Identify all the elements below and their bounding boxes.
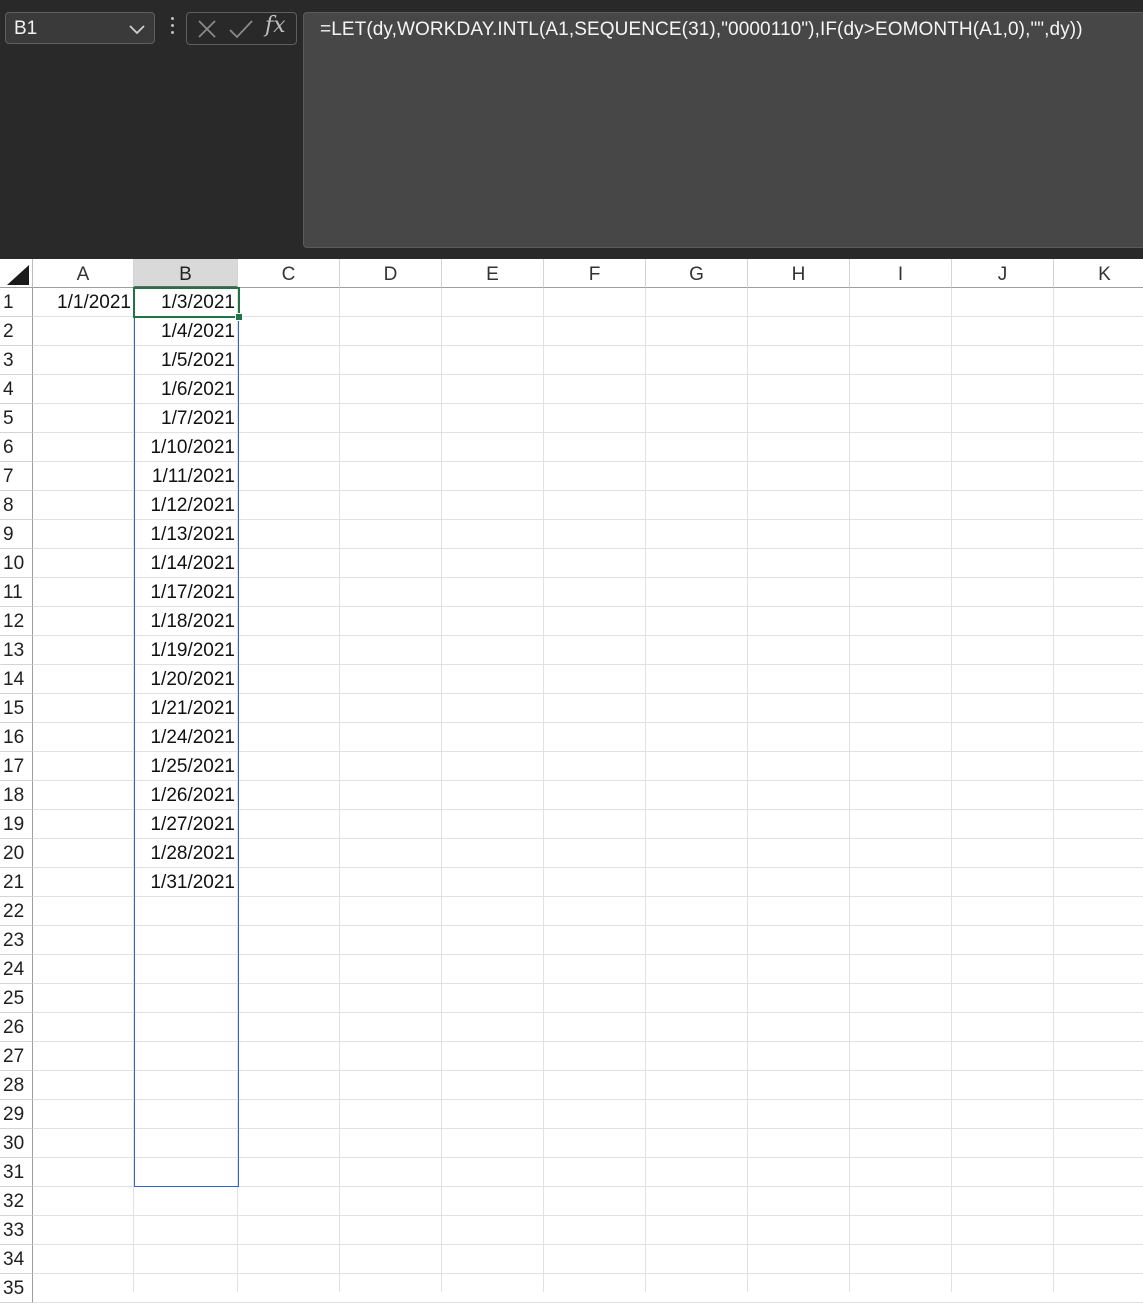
- column-header-g[interactable]: G: [646, 259, 748, 288]
- row-header-10[interactable]: 10: [0, 549, 33, 578]
- row-header-3[interactable]: 3: [0, 346, 33, 375]
- row-header-12[interactable]: 12: [0, 607, 33, 636]
- gridline-vertical: [1053, 288, 1054, 1292]
- formula-input[interactable]: =LET(dy,WORKDAY.INTL(A1,SEQUENCE(31),"00…: [303, 12, 1143, 248]
- row-header-4[interactable]: 4: [0, 375, 33, 404]
- row-header-33[interactable]: 33: [0, 1216, 33, 1245]
- gridline-horizontal: [33, 1244, 1143, 1245]
- row-header-16[interactable]: 16: [0, 723, 33, 752]
- column-header-k[interactable]: K: [1054, 259, 1143, 288]
- row-header-7[interactable]: 7: [0, 462, 33, 491]
- gridline-vertical: [951, 288, 952, 1292]
- row-header-34[interactable]: 34: [0, 1245, 33, 1274]
- row-header-21[interactable]: 21: [0, 868, 33, 897]
- row-header-31[interactable]: 31: [0, 1158, 33, 1187]
- row-header-9[interactable]: 9: [0, 520, 33, 549]
- row-header-30[interactable]: 30: [0, 1129, 33, 1158]
- gridline-horizontal: [33, 1215, 1143, 1216]
- row-header-29[interactable]: 29: [0, 1100, 33, 1129]
- check-icon[interactable]: [227, 18, 255, 40]
- formula-buttons: fx: [186, 12, 297, 45]
- gridline-horizontal: [33, 1302, 1143, 1303]
- row-header-20[interactable]: 20: [0, 839, 33, 868]
- fill-handle[interactable]: [235, 313, 243, 321]
- row-header-15[interactable]: 15: [0, 694, 33, 723]
- row-header-6[interactable]: 6: [0, 433, 33, 462]
- function-icon[interactable]: fx: [265, 13, 293, 43]
- name-box-value: B1: [14, 18, 38, 39]
- column-header-e[interactable]: E: [442, 259, 544, 288]
- column-header-j[interactable]: J: [952, 259, 1054, 288]
- row-header-27[interactable]: 27: [0, 1042, 33, 1071]
- column-header-f[interactable]: F: [544, 259, 646, 288]
- row-header-11[interactable]: 11: [0, 578, 33, 607]
- row-header-32[interactable]: 32: [0, 1187, 33, 1216]
- select-all-triangle-icon: [7, 265, 29, 285]
- formula-text: =LET(dy,WORKDAY.INTL(A1,SEQUENCE(31),"00…: [320, 19, 1083, 40]
- gridline-horizontal: [33, 1273, 1143, 1274]
- name-box[interactable]: B1: [5, 12, 155, 44]
- row-header-25[interactable]: 25: [0, 984, 33, 1013]
- row-header-13[interactable]: 13: [0, 636, 33, 665]
- row-header-5[interactable]: 5: [0, 404, 33, 433]
- row-header-2[interactable]: 2: [0, 317, 33, 346]
- column-header-c[interactable]: C: [238, 259, 340, 288]
- gridline-vertical: [849, 288, 850, 1292]
- gridline-vertical: [645, 288, 646, 1292]
- row-header-26[interactable]: 26: [0, 1013, 33, 1042]
- cell-a1[interactable]: 1/1/2021: [33, 288, 134, 317]
- cancel-icon[interactable]: [195, 18, 219, 40]
- gridline-vertical: [339, 288, 340, 1292]
- gridline-vertical: [543, 288, 544, 1292]
- chevron-down-icon[interactable]: [128, 22, 146, 36]
- gridline-vertical: [441, 288, 442, 1292]
- column-header-a[interactable]: A: [33, 259, 134, 288]
- worksheet-grid[interactable]: ABCDEFGHIJK 1 2 3 4 5 6 7 8 9 10 11 12 13 14 15 16 17 18 1…: [0, 259, 1143, 1303]
- column-header-d[interactable]: D: [340, 259, 442, 288]
- column-header-i[interactable]: I: [850, 259, 952, 288]
- active-cell-border: [133, 287, 240, 318]
- row-header-8[interactable]: 8: [0, 491, 33, 520]
- column-header-h[interactable]: H: [748, 259, 850, 288]
- row-header-35[interactable]: 35: [0, 1274, 33, 1303]
- row-header-22[interactable]: 22: [0, 897, 33, 926]
- row-header-17[interactable]: 17: [0, 752, 33, 781]
- row-header-19[interactable]: 19: [0, 810, 33, 839]
- more-options-icon[interactable]: [167, 17, 177, 41]
- spill-range-border: [134, 288, 239, 1187]
- row-header-1[interactable]: 1: [0, 288, 33, 317]
- column-header-b[interactable]: B: [134, 259, 238, 288]
- select-all-button[interactable]: [0, 259, 33, 288]
- row-header-14[interactable]: 14: [0, 665, 33, 694]
- row-header-18[interactable]: 18: [0, 781, 33, 810]
- row-header-24[interactable]: 24: [0, 955, 33, 984]
- gridline-vertical: [747, 288, 748, 1292]
- row-header-28[interactable]: 28: [0, 1071, 33, 1100]
- formula-bar-area: B1 fx =LET(dy,WORKDAY.INTL(A1,SEQUENCE(3…: [0, 0, 1143, 259]
- row-header-23[interactable]: 23: [0, 926, 33, 955]
